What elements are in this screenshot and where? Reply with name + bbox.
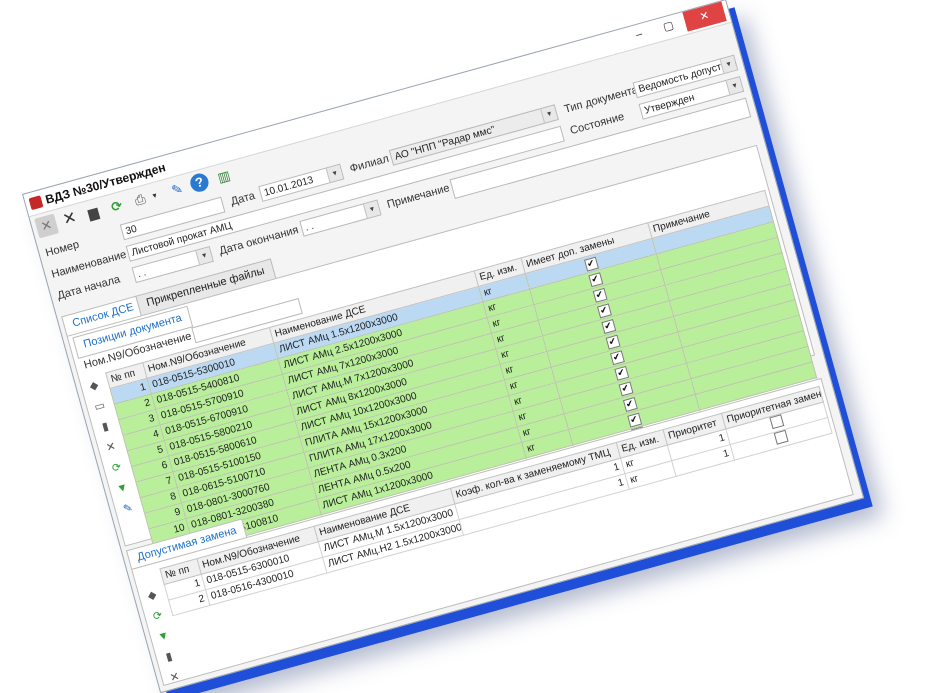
- priority-replacement-checkbox[interactable]: [768, 414, 784, 430]
- has-replacement-checkbox[interactable]: ✔: [609, 349, 625, 365]
- screenshot-stage: ВДЗ №30/Утвержден – ▢ ✕ ✕ ✕ ▆ ⟳ ⎙ ▾ ✎ ? …: [0, 0, 933, 693]
- delete-row-icon[interactable]: ▮: [95, 417, 115, 437]
- has-replacement-checkbox[interactable]: ✔: [622, 396, 638, 412]
- has-replacement-checkbox[interactable]: ✔: [600, 318, 616, 334]
- help-icon[interactable]: ?: [188, 171, 211, 194]
- delete-replacement-icon[interactable]: ▮: [159, 647, 179, 667]
- document-tabs: Список ДСЕ Прикрепленные файлы: [61, 258, 276, 337]
- priority-replacement-checkbox[interactable]: [773, 429, 789, 445]
- start-date-value: . .: [136, 267, 148, 281]
- toolbar: ✕ ✕ ▆ ⟳ ⎙ ▾ ✎ ? ▥: [34, 167, 232, 240]
- has-replacement-checkbox[interactable]: ✔: [592, 287, 607, 303]
- branch-dropdown-icon[interactable]: ▾: [540, 105, 558, 123]
- has-replacement-checkbox[interactable]: ✔: [583, 256, 599, 272]
- doctype-label: Тип документа: [562, 83, 640, 116]
- add-replacement-icon[interactable]: ◆: [142, 586, 162, 606]
- has-replacement-checkbox[interactable]: ✔: [626, 412, 642, 428]
- refresh-replacement-icon[interactable]: ⟳: [148, 606, 168, 626]
- edit-row-icon[interactable]: ✎: [118, 499, 138, 519]
- date-dropdown-icon[interactable]: ▾: [325, 164, 344, 183]
- save-icon[interactable]: ▆: [81, 201, 106, 226]
- number-label: Номер: [44, 238, 81, 260]
- start-date-label: Дата начала: [56, 273, 122, 303]
- cancel-icon[interactable]: ✕: [34, 213, 60, 239]
- close-icon[interactable]: ✕: [58, 207, 83, 232]
- end-date-value: . .: [304, 220, 316, 234]
- has-replacement-checkbox[interactable]: ✔: [587, 271, 603, 287]
- filter-icon[interactable]: ▼: [112, 479, 132, 499]
- cancel-replacement-icon[interactable]: ✕: [165, 668, 185, 688]
- has-replacement-checkbox[interactable]: ✔: [613, 365, 629, 381]
- add-row-icon[interactable]: ◆: [84, 376, 104, 396]
- refresh-rows-icon[interactable]: ⟳: [107, 458, 127, 478]
- document-window: ВДЗ №30/Утвержден – ▢ ✕ ✕ ✕ ▆ ⟳ ⎙ ▾ ✎ ? …: [22, 0, 865, 693]
- cancel-row-icon[interactable]: ✕: [101, 438, 121, 458]
- refresh-icon[interactable]: ⟳: [104, 194, 129, 219]
- doctype-dropdown-icon[interactable]: ▾: [719, 55, 738, 74]
- edit-icon[interactable]: ✎: [165, 177, 190, 202]
- branch-label: Филиал: [348, 152, 391, 176]
- maximize-button[interactable]: ▢: [651, 13, 686, 41]
- has-replacement-checkbox[interactable]: ✔: [596, 303, 612, 319]
- book-icon[interactable]: ▥: [212, 164, 237, 189]
- state-dropdown-icon[interactable]: ▾: [725, 77, 743, 95]
- end-date-dropdown-icon[interactable]: ▾: [362, 200, 381, 219]
- filter-replacement-icon[interactable]: ▼: [154, 627, 174, 647]
- close-window-button[interactable]: ✕: [682, 1, 727, 32]
- date-label: Дата: [229, 189, 257, 209]
- has-replacement-checkbox[interactable]: ✔: [617, 381, 633, 397]
- new-row-icon[interactable]: ▭: [90, 397, 110, 417]
- has-replacement-checkbox[interactable]: ✔: [604, 334, 620, 350]
- start-date-dropdown-icon[interactable]: ▾: [195, 247, 213, 265]
- app-icon: [28, 195, 44, 211]
